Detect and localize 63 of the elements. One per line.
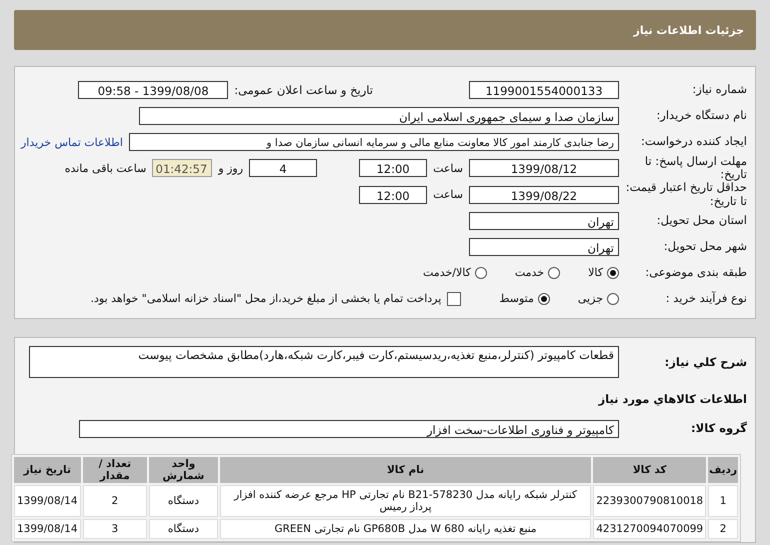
field-label: گروه کالا: [690, 422, 747, 436]
table-cell: 1 [708, 484, 738, 517]
field-label: حداقل تاریخ اعتبار قیمت: تا تاریخ: [625, 181, 747, 208]
days-field: 4 [249, 159, 318, 178]
time-label: ساعت [433, 162, 463, 175]
column-header: ردیف [708, 456, 738, 483]
treasury-label: پرداخت تمام یا بخشی از مبلغ خرید،از محل "اسناد خزانه اسلامی" خواهد بود. [90, 292, 442, 306]
radio-icon[interactable] [607, 292, 619, 305]
creator-field: رضا جنابدی کارمند امور کالا معاونت منابع مالی و سرمایه انسانی سازمان صدا و [128, 133, 619, 151]
remaining-time-field: 01:42:57 [152, 159, 212, 178]
table-cell: 2 [82, 484, 148, 517]
column-header: نام کالا [220, 456, 592, 483]
deadline-date-field: 1399/08/12 [469, 159, 619, 178]
section-heading: اطلاعات کالاهاي مورد نیاز [597, 390, 747, 408]
city-field: تهران [469, 238, 619, 256]
field-label: شماره نیاز: [691, 83, 747, 97]
field-label: شهر محل تحویل: [662, 240, 747, 254]
column-header: کد کالا [593, 456, 706, 483]
radio-icon[interactable] [548, 266, 560, 279]
table-cell: 1399/08/14 [14, 484, 81, 517]
table-cell: 3 [82, 518, 148, 539]
days-label: روز و [218, 162, 244, 175]
radio-icon[interactable] [538, 292, 550, 305]
process-radio[interactable]: جزیی [578, 292, 619, 306]
category-radio[interactable]: خدمت [514, 266, 560, 280]
validity-time-field: 12:00 [359, 186, 428, 204]
description-field: قطعات کامپیوتر (کنترلر،منبع تغذیه،ریدسیستم،کارت فیبر،کارت شبکه،هارد)مطابق مشخصات پیوست [29, 346, 619, 378]
deadline-time-field: 12:00 [359, 159, 428, 178]
radio-icon[interactable] [607, 266, 619, 279]
table-cell: منبع تغذیه رایانه 680 W مدل GP680B نام تجارتی GREEN [220, 518, 592, 539]
page-title: جزئیات اطلاعات نیاز [634, 24, 744, 36]
table-cell: 1399/08/14 [14, 518, 81, 539]
buyer-contact-link[interactable]: اطلاعات تماس خریدار [21, 136, 123, 148]
column-header: واحد شمارش [149, 456, 218, 483]
table-cell: دستگاه [149, 484, 218, 517]
table-cell: 2 [708, 518, 738, 539]
field-label: مهلت ارسال پاسخ: تا تاریخ: [644, 155, 747, 182]
goods-group-field: کامپیوتر و فناوری اطلاعات-سخت افزار [79, 420, 619, 438]
table-cell: دستگاه [149, 518, 218, 539]
table-cell: کنترلر شبکه رایانه مدل B21-578230 نام تجارتی HP مرجع عرضه کننده افزار پرداز رمیس [220, 484, 592, 517]
time-label: ساعت [433, 188, 463, 202]
field-label: شرح کلي نیاز: [664, 354, 747, 370]
checkbox[interactable] [447, 292, 462, 306]
province-field: تهران [469, 212, 619, 230]
validity-date-field: 1399/08/22 [469, 186, 619, 204]
need-number-field: 1199001554000133 [469, 81, 619, 99]
field-label: نام دستگاه خریدار: [655, 109, 747, 123]
table-cell: 4231270094070099 [593, 518, 706, 539]
field-label: طبقه بندی موضوعی: [644, 266, 747, 280]
buyer-field: سازمان صدا و سیمای جمهوری اسلامی ایران [139, 107, 619, 125]
field-label: ایجاد کننده درخواست: [640, 135, 747, 149]
field-label: تاریخ و ساعت اعلان عمومی: [234, 83, 373, 97]
category-radio[interactable]: کالا/خدمت [423, 266, 487, 280]
radio-icon[interactable] [474, 266, 487, 279]
announce-date-field: 1399/08/08 - 09:58 [78, 81, 228, 99]
field-label: استان محل تحویل: [656, 214, 747, 228]
category-radio[interactable]: کالا [588, 266, 619, 280]
field-label: نوع فرآیند خرید : [664, 292, 747, 306]
column-header: تاریخ نیاز [14, 456, 81, 483]
remaining-label: ساعت باقی مانده [64, 162, 146, 175]
column-header: تعداد / مقدار [82, 456, 148, 483]
table-cell: 2239300790810018 [593, 484, 706, 517]
process-radio[interactable]: متوسط [499, 292, 550, 306]
